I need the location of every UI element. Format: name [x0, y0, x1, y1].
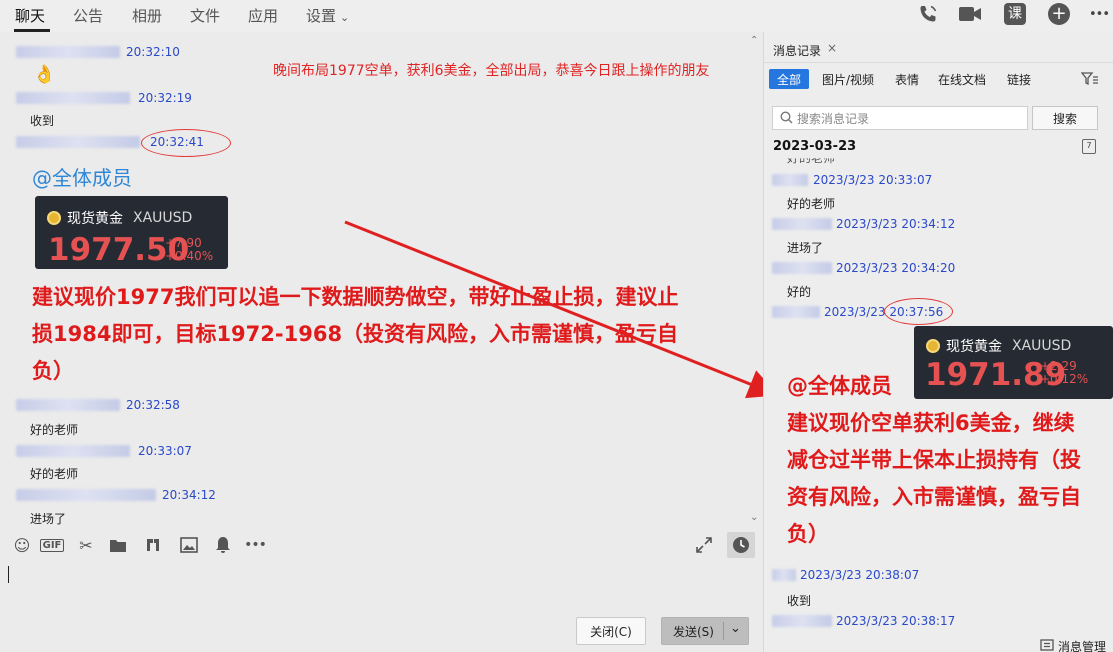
- gold-price-card[interactable]: 现货黄金 XAUUSD 1971.89 +2.29 +0.12%: [914, 326, 1113, 399]
- filter-funnel-icon[interactable]: [1080, 72, 1099, 89]
- history-time: 2023/3/23 20:34:20: [836, 261, 956, 275]
- history-time: 2023/3/23 20:38:17: [836, 614, 956, 628]
- trade-suggestion-line: 建议现价空单获利6美金，继续: [787, 411, 1075, 435]
- calendar-icon[interactable]: 7: [1082, 139, 1096, 154]
- sender-name-blurred: [772, 615, 832, 627]
- highlight-circle: [884, 298, 953, 325]
- sender-name-blurred: [772, 218, 832, 230]
- trade-suggestion: 建议现价空单获利6美金，继续 减仓过半带上保本止损持有（投 资有风险，入市需谨慎…: [787, 405, 1113, 553]
- gold-card-name: 现货黄金: [946, 339, 1002, 355]
- trade-suggestion-line: 负）: [787, 522, 829, 546]
- history-clock-icon[interactable]: [727, 532, 755, 558]
- emoji-icon[interactable]: ☺: [12, 535, 32, 555]
- expand-icon[interactable]: [694, 535, 714, 555]
- bell-icon[interactable]: [213, 535, 233, 555]
- history-text: 进场了: [787, 241, 824, 255]
- image-icon[interactable]: [179, 535, 199, 555]
- send-button[interactable]: 发送(S) ⌄: [661, 617, 749, 645]
- filter-docs[interactable]: 在线文档: [938, 69, 986, 89]
- gold-card-header: 现货黄金 XAUUSD: [926, 336, 1071, 356]
- manage-label: 消息管理: [1058, 640, 1107, 652]
- close-button[interactable]: 关闭(C): [576, 617, 646, 645]
- history-search-input[interactable]: 搜索消息记录: [772, 106, 1028, 130]
- message-management-button[interactable]: 消息管理: [1040, 638, 1106, 652]
- sender-name-blurred: [772, 174, 808, 186]
- close-icon[interactable]: ×: [827, 41, 837, 55]
- screen-capture-icon[interactable]: [143, 535, 163, 555]
- history-time: 2023/3/23 20:38:07: [800, 568, 920, 582]
- filter-links[interactable]: 链接: [1007, 69, 1031, 89]
- folder-icon[interactable]: [108, 535, 128, 555]
- gold-card-change-pct: +0.12%: [1040, 372, 1089, 386]
- manage-icon: [1040, 639, 1054, 652]
- history-panel-title: 消息记录: [773, 44, 822, 58]
- search-icon: [780, 111, 793, 127]
- gold-card-symbol: XAUUSD: [1012, 338, 1072, 354]
- search-button[interactable]: 搜索: [1032, 106, 1098, 130]
- history-time: 2023/3/23 20:34:12: [836, 217, 956, 231]
- trade-suggestion-line: 减仓过半带上保本止损持有（投: [787, 448, 1081, 472]
- sender-name-blurred: [772, 262, 832, 274]
- message-history-panel: 消息记录 × 全部 图片/视频 表情 在线文档 链接 搜索消息记录 搜索 202…: [764, 32, 1113, 652]
- search-placeholder: 搜索消息记录: [797, 111, 870, 126]
- panel-header-divider: [764, 62, 1113, 63]
- history-time: 2023/3/23 20:33:07: [813, 173, 933, 187]
- sender-name-blurred: [772, 306, 820, 318]
- filter-media[interactable]: 图片/视频: [822, 69, 874, 89]
- trade-suggestion-line: 资有风险，入市需谨慎，盈亏自: [787, 485, 1081, 509]
- history-text: 好的老师: [787, 197, 836, 211]
- text-caret: [8, 566, 9, 583]
- history-text: 好的: [787, 285, 812, 299]
- gif-icon[interactable]: GIF: [39, 535, 65, 555]
- send-button-divider: [723, 622, 724, 640]
- history-text: 收到: [787, 594, 812, 608]
- input-toolbar: ☺ GIF ✂ •••: [0, 527, 763, 563]
- history-date: 2023-03-23: [773, 139, 857, 154]
- mention-all-red: @全体成员: [787, 374, 892, 398]
- more-tools-icon[interactable]: •••: [244, 535, 267, 555]
- send-button-label: 发送(S): [673, 624, 714, 639]
- scissors-icon[interactable]: ✂: [76, 535, 96, 555]
- send-options-chevron-icon[interactable]: ⌄: [730, 621, 741, 636]
- filter-stickers[interactable]: 表情: [895, 69, 919, 89]
- sender-name-blurred: [772, 569, 796, 581]
- message-input[interactable]: 关闭(C) 发送(S) ⌄: [0, 560, 763, 652]
- gold-coin-icon: [926, 339, 940, 353]
- filter-all[interactable]: 全部: [769, 69, 810, 89]
- gif-icon-glyph: GIF: [39, 538, 65, 552]
